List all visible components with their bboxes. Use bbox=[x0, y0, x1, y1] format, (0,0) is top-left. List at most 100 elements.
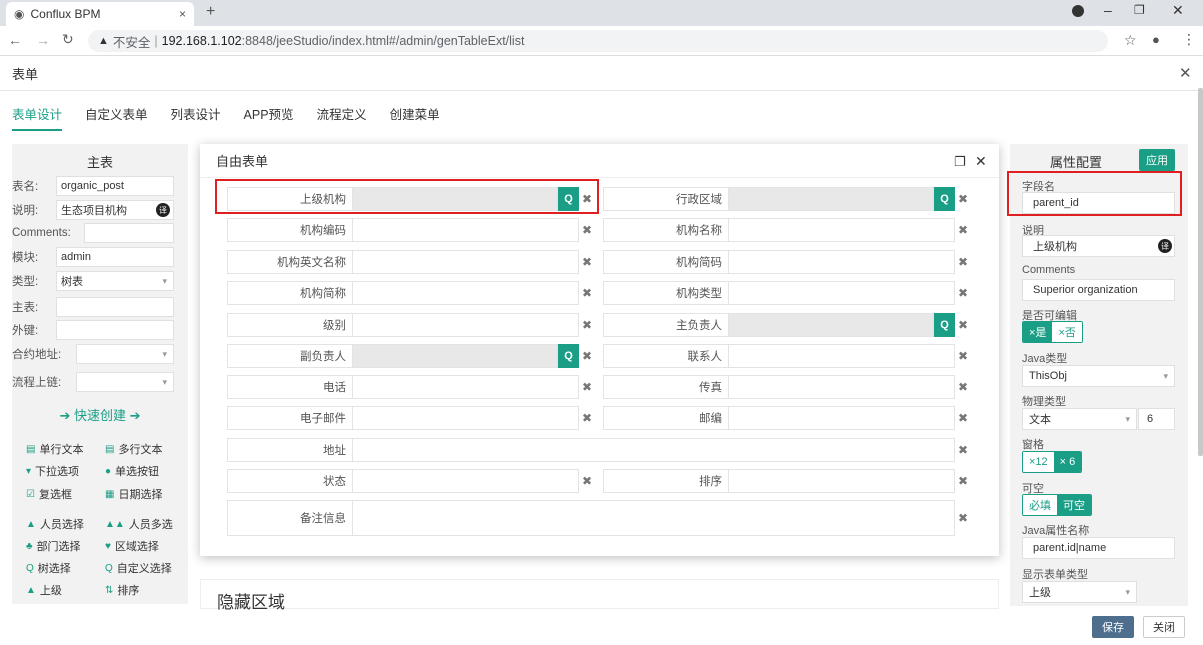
profile-icon[interactable] bbox=[1072, 5, 1084, 17]
field-row[interactable]: 副负责人 Q ✖ bbox=[227, 344, 595, 368]
phys-type-select[interactable]: 文本 bbox=[1022, 408, 1137, 430]
remove-icon[interactable]: ✖ bbox=[955, 500, 971, 536]
remove-icon[interactable]: ✖ bbox=[955, 187, 971, 211]
field-row[interactable]: 电话 ✖ bbox=[227, 375, 595, 399]
tab-form-design[interactable]: 表单设计 bbox=[12, 104, 63, 131]
remove-icon[interactable]: ✖ bbox=[955, 406, 971, 430]
component-checkbox[interactable]: ☑ 复选框 bbox=[26, 486, 72, 502]
remove-icon[interactable]: ✖ bbox=[955, 438, 971, 462]
component-textarea[interactable]: ▤ 多行文本 bbox=[105, 441, 162, 457]
component-radio[interactable]: ● 单选按钮 bbox=[105, 463, 159, 479]
field-row[interactable]: 机构英文名称 ✖ bbox=[227, 250, 595, 274]
comments-input[interactable] bbox=[84, 223, 174, 243]
component-dept[interactable]: ♣ 部门选择 bbox=[26, 538, 81, 554]
grid-toggle[interactable]: ×12 × 6 bbox=[1022, 451, 1083, 473]
account-icon[interactable]: ● bbox=[1152, 32, 1160, 47]
quick-create-button[interactable]: ➔ 快速创建 ➔ bbox=[12, 405, 188, 424]
field-row[interactable]: 电子邮件 ✖ bbox=[227, 406, 595, 430]
remove-icon[interactable]: ✖ bbox=[955, 344, 971, 368]
component-parent[interactable]: ▲ 上级 bbox=[26, 582, 62, 598]
tab-create-menu[interactable]: 创建菜单 bbox=[390, 104, 440, 131]
component-area[interactable]: ♥ 区域选择 bbox=[105, 538, 159, 554]
show-type-select[interactable]: 上级 bbox=[1022, 581, 1137, 603]
remove-icon[interactable]: ✖ bbox=[579, 375, 595, 399]
contract-select[interactable] bbox=[76, 344, 174, 364]
remove-icon[interactable]: ✖ bbox=[955, 250, 971, 274]
translate-icon[interactable]: 译 bbox=[1158, 239, 1172, 253]
editable-toggle[interactable]: ×是 ×否 bbox=[1022, 321, 1083, 343]
star-icon[interactable]: ☆ bbox=[1124, 32, 1137, 49]
type-select[interactable]: 树表 bbox=[56, 271, 174, 291]
tab-list-design[interactable]: 列表设计 bbox=[171, 104, 221, 131]
remove-icon[interactable]: ✖ bbox=[579, 313, 595, 337]
field-row[interactable]: 机构类型 ✖ bbox=[603, 281, 971, 305]
translate-icon[interactable]: 译 bbox=[156, 203, 170, 217]
field-row[interactable]: 主负责人 Q ✖ bbox=[603, 313, 971, 337]
remove-icon[interactable]: ✖ bbox=[955, 218, 971, 242]
remove-icon[interactable]: ✖ bbox=[955, 375, 971, 399]
field-row[interactable]: 地址 ✖ bbox=[227, 438, 971, 462]
remove-icon[interactable]: ✖ bbox=[955, 469, 971, 493]
field-row[interactable]: 邮编 ✖ bbox=[603, 406, 971, 430]
field-row[interactable]: 传真 ✖ bbox=[603, 375, 971, 399]
search-icon[interactable]: Q bbox=[934, 313, 955, 337]
browser-tab[interactable]: ◉ Conflux BPM × bbox=[6, 2, 194, 26]
save-button[interactable]: 保存 bbox=[1092, 616, 1134, 638]
back-icon[interactable]: ← bbox=[8, 32, 22, 48]
phys-length-input[interactable]: 6 bbox=[1138, 408, 1175, 430]
component-custom[interactable]: Q 自定义选择 bbox=[105, 560, 172, 576]
main-table-input[interactable] bbox=[56, 297, 174, 317]
menu-icon[interactable]: ⋮ bbox=[1182, 31, 1196, 48]
field-row[interactable]: 机构编码 ✖ bbox=[227, 218, 595, 242]
remove-icon[interactable]: ✖ bbox=[579, 250, 595, 274]
field-row[interactable]: 状态 ✖ bbox=[227, 469, 595, 493]
remove-icon[interactable]: ✖ bbox=[579, 469, 595, 493]
page-close-icon[interactable]: ✕ bbox=[1179, 64, 1192, 82]
field-row[interactable]: 机构名称 ✖ bbox=[603, 218, 971, 242]
field-row[interactable]: 行政区域 Q ✖ bbox=[603, 187, 971, 211]
nullable-toggle[interactable]: 必填 可空 bbox=[1022, 494, 1092, 516]
remove-icon[interactable]: ✖ bbox=[579, 344, 595, 368]
component-date[interactable]: ▦ 日期选择 bbox=[105, 486, 162, 502]
field-row[interactable]: 联系人 ✖ bbox=[603, 344, 971, 368]
minimize-icon[interactable]: – bbox=[1104, 2, 1112, 18]
new-tab-icon[interactable]: + bbox=[206, 3, 215, 21]
maximize-icon[interactable]: ❐ bbox=[1134, 3, 1145, 17]
module-input[interactable]: admin bbox=[56, 247, 174, 267]
java-type-select[interactable]: ThisObj bbox=[1022, 365, 1175, 387]
right-comments-input[interactable]: Superior organization bbox=[1022, 279, 1175, 301]
close-button[interactable]: 关闭 bbox=[1143, 616, 1185, 638]
search-icon[interactable]: Q bbox=[934, 187, 955, 211]
field-row[interactable]: 机构简称 ✖ bbox=[227, 281, 595, 305]
field-row[interactable]: 级别 ✖ bbox=[227, 313, 595, 337]
right-desc-input[interactable]: 上级机构译 bbox=[1022, 235, 1175, 257]
tab-app-preview[interactable]: APP预览 bbox=[244, 104, 294, 131]
url-field[interactable]: ▲ 不安全 | 192.168.1.102 :8848/jeeStudio/in… bbox=[88, 30, 1108, 52]
reload-icon[interactable]: ↻ bbox=[62, 31, 74, 48]
restore-icon[interactable]: ❐ bbox=[954, 154, 966, 170]
field-row[interactable]: 备注信息 ✖ bbox=[227, 500, 971, 536]
component-tree[interactable]: Q 树选择 bbox=[26, 560, 71, 576]
field-name-input[interactable]: parent_id bbox=[1022, 192, 1175, 214]
java-attr-input[interactable]: parent.id|name bbox=[1022, 537, 1175, 559]
forward-icon[interactable]: → bbox=[36, 32, 50, 48]
window-close-icon[interactable]: ✕ bbox=[1172, 2, 1184, 19]
component-users[interactable]: ▲▲ 人员多选 bbox=[105, 516, 173, 532]
component-select[interactable]: ▾ 下拉选项 bbox=[26, 463, 79, 479]
remove-icon[interactable]: ✖ bbox=[955, 313, 971, 337]
table-name-input[interactable]: organic_post bbox=[56, 176, 174, 196]
desc-input[interactable]: 生态项目机构 译 bbox=[56, 200, 174, 220]
search-icon[interactable]: Q bbox=[558, 344, 579, 368]
close-tab-icon[interactable]: × bbox=[179, 7, 186, 21]
tab-flow-definition[interactable]: 流程定义 bbox=[317, 104, 367, 131]
remove-icon[interactable]: ✖ bbox=[955, 281, 971, 305]
remove-icon[interactable]: ✖ bbox=[579, 281, 595, 305]
field-row[interactable]: 机构简码 ✖ bbox=[603, 250, 971, 274]
remove-icon[interactable]: ✖ bbox=[579, 218, 595, 242]
tab-custom-form[interactable]: 自定义表单 bbox=[85, 104, 148, 131]
component-sort[interactable]: ⇅ 排序 bbox=[105, 582, 139, 598]
component-user[interactable]: ▲ 人员选择 bbox=[26, 516, 84, 532]
remove-icon[interactable]: ✖ bbox=[579, 406, 595, 430]
field-row[interactable]: 排序 ✖ bbox=[603, 469, 971, 493]
apply-button[interactable]: 应用 bbox=[1139, 149, 1175, 171]
